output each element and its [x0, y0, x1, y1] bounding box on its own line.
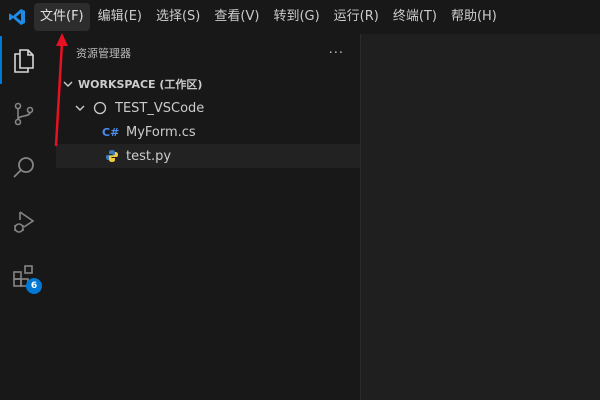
activity-bar: 6	[0, 34, 47, 400]
menu-file[interactable]: 文件(F)	[34, 3, 90, 31]
folder-circle-icon	[92, 100, 108, 116]
csharp-icon: C#	[102, 125, 120, 139]
menu-go[interactable]: 转到(G)	[267, 3, 325, 31]
search-icon[interactable]	[0, 144, 47, 192]
folder-row[interactable]: TEST_VSCode	[56, 96, 360, 120]
extensions-icon[interactable]: 6	[0, 252, 47, 300]
explorer-header: 资源管理器 ···	[56, 34, 360, 72]
explorer-sidebar: 资源管理器 ··· WORKSPACE (工作区) TEST_VSCode C#…	[56, 34, 361, 400]
more-actions-button[interactable]: ···	[329, 46, 344, 61]
folder-name: TEST_VSCode	[115, 100, 205, 116]
file-row[interactable]: C# MyForm.cs	[56, 120, 360, 144]
chevron-down-icon	[72, 100, 88, 116]
menu-terminal[interactable]: 终端(T)	[387, 3, 443, 31]
workspace-row[interactable]: WORKSPACE (工作区)	[56, 72, 360, 96]
file-name: test.py	[126, 148, 172, 164]
extensions-badge: 6	[26, 278, 42, 294]
menu-run[interactable]: 运行(R)	[328, 3, 385, 31]
explorer-title: 资源管理器	[76, 47, 131, 60]
file-row[interactable]: test.py	[56, 144, 360, 168]
editor-area	[361, 34, 600, 400]
title-bar: 文件(F) 编辑(E) 选择(S) 查看(V) 转到(G) 运行(R) 终端(T…	[0, 0, 600, 34]
python-icon	[102, 148, 122, 164]
vscode-logo-icon	[0, 0, 34, 34]
chevron-down-icon	[60, 76, 76, 92]
explorer-icon[interactable]	[0, 36, 47, 84]
menu-bar: 文件(F) 编辑(E) 选择(S) 查看(V) 转到(G) 运行(R) 终端(T…	[34, 0, 505, 34]
source-control-icon[interactable]	[0, 90, 47, 138]
menu-selection[interactable]: 选择(S)	[150, 3, 206, 31]
menu-help[interactable]: 帮助(H)	[445, 3, 503, 31]
menu-view[interactable]: 查看(V)	[208, 3, 265, 31]
menu-edit[interactable]: 编辑(E)	[92, 3, 148, 31]
workspace-label: WORKSPACE (工作区)	[78, 78, 203, 91]
file-name: MyForm.cs	[126, 124, 196, 140]
run-debug-icon[interactable]	[0, 198, 47, 246]
